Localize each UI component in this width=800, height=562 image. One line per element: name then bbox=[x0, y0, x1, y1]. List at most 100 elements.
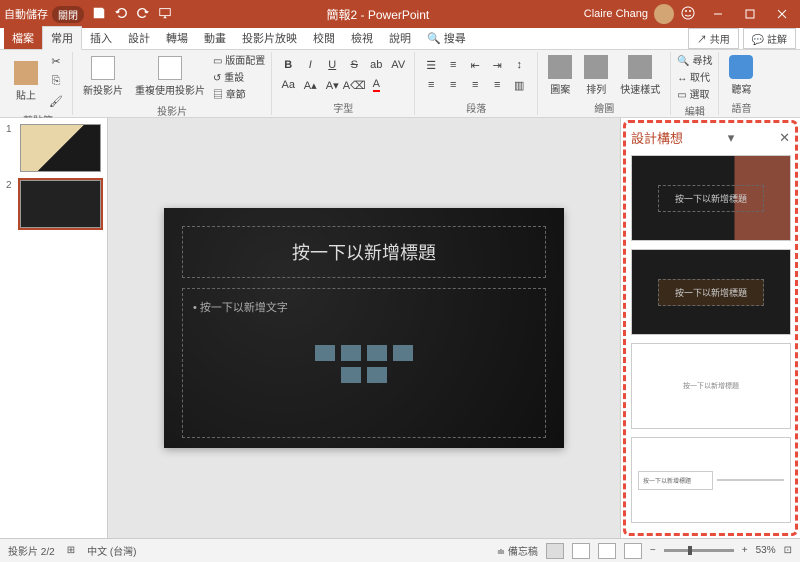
underline-button[interactable]: U bbox=[322, 56, 342, 74]
find-button[interactable]: 🔍 尋找 bbox=[677, 52, 712, 67]
picture-icon[interactable] bbox=[393, 345, 413, 361]
align-center-button[interactable]: ≡ bbox=[443, 76, 463, 94]
strike-button[interactable]: S bbox=[344, 56, 364, 74]
indent-left-button[interactable]: ⇤ bbox=[465, 56, 485, 74]
reset-button[interactable]: ↺ 重設 bbox=[213, 69, 265, 84]
design-ideas-list[interactable]: 按一下以新增標題 按一下以新增標題 按一下以新增標題 按一下以新增標題 按一下以… bbox=[627, 151, 794, 531]
tab-review[interactable]: 校閱 bbox=[305, 27, 343, 49]
zoom-out-button[interactable]: − bbox=[650, 545, 656, 556]
tab-slideshow[interactable]: 投影片放映 bbox=[234, 27, 305, 49]
zoom-level[interactable]: 53% bbox=[756, 545, 776, 556]
tab-home[interactable]: 常用 bbox=[42, 26, 82, 50]
accessibility-icon[interactable]: ⊞ bbox=[67, 545, 75, 556]
justify-button[interactable]: ≡ bbox=[487, 76, 507, 94]
copy-button[interactable]: ⎘ bbox=[46, 72, 66, 90]
format-painter-button[interactable]: 🖌 bbox=[46, 92, 66, 110]
arrange-button[interactable]: 排列 bbox=[580, 53, 612, 98]
slide-thumbnails-panel[interactable]: 1 2 bbox=[0, 118, 108, 538]
current-slide[interactable]: 按一下以新增標題 • 按一下以新增文字 bbox=[164, 208, 564, 448]
slide-canvas-area[interactable]: 按一下以新增標題 • 按一下以新增文字 bbox=[108, 118, 620, 538]
line-spacing-button[interactable]: ↕ bbox=[509, 56, 529, 74]
align-left-button[interactable]: ≡ bbox=[421, 76, 441, 94]
replace-button[interactable]: ↔ 取代 bbox=[677, 69, 712, 84]
autosave-toggle[interactable]: 自動儲存 關閉 bbox=[4, 6, 84, 23]
align-right-button[interactable]: ≡ bbox=[465, 76, 485, 94]
shadow-button[interactable]: ab bbox=[366, 56, 386, 74]
select-button[interactable]: ▭ 選取 bbox=[677, 86, 712, 101]
tab-design[interactable]: 設計 bbox=[120, 27, 158, 49]
maximize-button[interactable] bbox=[736, 4, 764, 24]
user-avatar-icon[interactable] bbox=[654, 4, 674, 24]
title-placeholder[interactable]: 按一下以新增標題 bbox=[182, 226, 546, 278]
decrease-font-button[interactable]: A▾ bbox=[322, 76, 342, 94]
clear-format-button[interactable]: A⌫ bbox=[344, 76, 364, 94]
indent-right-button[interactable]: ⇥ bbox=[487, 56, 507, 74]
tab-file[interactable]: 檔案 bbox=[4, 27, 42, 49]
zoom-thumb[interactable] bbox=[688, 546, 692, 555]
thumbnail-preview[interactable] bbox=[20, 124, 101, 172]
layout-button[interactable]: ▭ 版面配置 bbox=[213, 52, 265, 67]
columns-button[interactable]: ▥ bbox=[509, 76, 529, 94]
tab-animations[interactable]: 動畫 bbox=[196, 27, 234, 49]
comments-button[interactable]: 💬 註解 bbox=[743, 28, 796, 49]
font-color-button[interactable]: A bbox=[366, 76, 386, 94]
design-idea-item[interactable]: 按一下以新增標題 bbox=[631, 343, 791, 429]
italic-button[interactable]: I bbox=[300, 56, 320, 74]
online-picture-icon[interactable] bbox=[341, 367, 361, 383]
normal-view-button[interactable] bbox=[546, 543, 564, 559]
thumbnail-item[interactable]: 2 bbox=[6, 180, 101, 228]
design-idea-item[interactable]: 按一下以新增標題 bbox=[631, 249, 791, 335]
idea-text: 按一下以新增標題 bbox=[658, 185, 764, 212]
undo-icon[interactable] bbox=[114, 6, 128, 23]
tab-help[interactable]: 說明 bbox=[381, 27, 419, 49]
new-slide-button[interactable]: 新投影片 bbox=[79, 54, 127, 99]
user-area[interactable]: Claire Chang bbox=[584, 4, 696, 24]
zoom-slider[interactable] bbox=[664, 549, 734, 552]
video-icon[interactable] bbox=[367, 367, 387, 383]
quick-styles-button[interactable]: 快速樣式 bbox=[616, 53, 664, 98]
face-icon[interactable] bbox=[680, 5, 696, 24]
content-placeholder[interactable]: • 按一下以新增文字 bbox=[182, 288, 546, 438]
fit-window-button[interactable]: ⊡ bbox=[784, 545, 792, 556]
tab-view[interactable]: 檢視 bbox=[343, 27, 381, 49]
cut-button[interactable]: ✂ bbox=[46, 52, 66, 70]
start-slideshow-icon[interactable] bbox=[158, 6, 172, 23]
share-button[interactable]: ↗ 共用 bbox=[688, 28, 739, 49]
chart-icon[interactable] bbox=[341, 345, 361, 361]
slideshow-view-button[interactable] bbox=[624, 543, 642, 559]
notes-button[interactable]: ≐ 備忘稿 bbox=[497, 543, 538, 558]
thumbnail-preview[interactable] bbox=[20, 180, 101, 228]
dictate-button[interactable]: 聽寫 bbox=[725, 53, 757, 98]
reuse-slides-button[interactable]: 重複使用投影片 bbox=[131, 54, 209, 99]
tab-transitions[interactable]: 轉場 bbox=[158, 27, 196, 49]
search-box[interactable]: 🔍 搜尋 bbox=[419, 27, 474, 49]
group-font: B I U S ab AV Aa A▴ A▾ A⌫ A 字型 bbox=[272, 52, 415, 115]
shapes-button[interactable]: 圖案 bbox=[544, 53, 576, 98]
bold-button[interactable]: B bbox=[278, 56, 298, 74]
close-button[interactable] bbox=[768, 4, 796, 24]
table-icon[interactable] bbox=[315, 345, 335, 361]
redo-icon[interactable] bbox=[136, 6, 150, 23]
close-pane-icon[interactable]: ✕ bbox=[779, 130, 790, 146]
sorter-view-button[interactable] bbox=[572, 543, 590, 559]
bullets-button[interactable]: ☰ bbox=[421, 56, 441, 74]
minimize-button[interactable] bbox=[704, 4, 732, 24]
zoom-in-button[interactable]: + bbox=[742, 545, 748, 556]
numbering-button[interactable]: ≡ bbox=[443, 56, 463, 74]
increase-font-button[interactable]: A▴ bbox=[300, 76, 320, 94]
design-idea-item[interactable]: 按一下以新增標題 bbox=[631, 155, 791, 241]
language-indicator[interactable]: 中文 (台灣) bbox=[87, 543, 136, 558]
design-ideas-pane: 設計構想 ▾ ✕ 按一下以新增標題 按一下以新增標題 按一下以新增標題 按一下以… bbox=[620, 118, 800, 538]
design-idea-item[interactable]: 按一下以新增標題 bbox=[631, 437, 791, 523]
thumbnail-item[interactable]: 1 bbox=[6, 124, 101, 172]
paste-button[interactable]: 貼上 bbox=[10, 59, 42, 104]
char-spacing-button[interactable]: AV bbox=[388, 56, 408, 74]
slide-count-indicator[interactable]: 投影片 2/2 bbox=[8, 543, 55, 558]
tab-insert[interactable]: 插入 bbox=[82, 27, 120, 49]
reading-view-button[interactable] bbox=[598, 543, 616, 559]
chevron-down-icon[interactable]: ▾ bbox=[728, 130, 735, 146]
save-icon[interactable] bbox=[92, 6, 106, 23]
smartart-icon[interactable] bbox=[367, 345, 387, 361]
case-button[interactable]: Aa bbox=[278, 76, 298, 94]
section-button[interactable]: ▤ 章節 bbox=[213, 86, 265, 101]
